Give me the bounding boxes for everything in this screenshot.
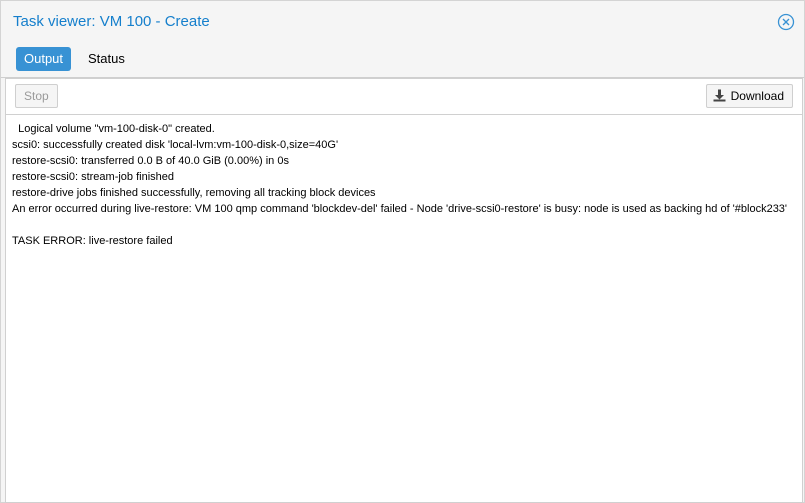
log-line: restore-drive jobs finished successfully…	[12, 187, 376, 199]
download-button[interactable]: Download	[705, 84, 793, 108]
window-title: Task viewer: VM 100 - Create	[13, 13, 210, 30]
log-line: TASK ERROR: live-restore failed	[12, 235, 173, 247]
stop-button[interactable]: Stop	[15, 84, 58, 108]
download-label: Download	[730, 89, 784, 103]
title-bar: Task viewer: VM 100 - Create	[1, 1, 804, 41]
download-icon	[713, 89, 726, 102]
log-line: An error occurred during live-restore: V…	[12, 203, 788, 215]
tab-bar: Output Status	[1, 41, 804, 78]
log-line: restore-scsi0: transferred 0.0 B of 40.0…	[12, 155, 289, 167]
close-button[interactable]	[777, 13, 795, 31]
log-line: Logical volume "vm-100-disk-0" created.	[12, 123, 215, 135]
task-log-output: Logical volume "vm-100-disk-0" created. s…	[6, 115, 802, 502]
tab-status[interactable]: Status	[80, 47, 133, 71]
log-line: scsi0: successfully created disk 'local-…	[12, 139, 339, 151]
close-circle-icon	[777, 13, 795, 31]
output-panel: Stop Download Logical volume "vm-100-dis…	[5, 78, 803, 503]
task-viewer-window: Task viewer: VM 100 - Create Output Stat…	[0, 0, 805, 503]
log-line: restore-scsi0: stream-job finished	[12, 171, 175, 183]
tab-output[interactable]: Output	[16, 47, 72, 71]
toolbar: Stop Download	[6, 79, 802, 115]
